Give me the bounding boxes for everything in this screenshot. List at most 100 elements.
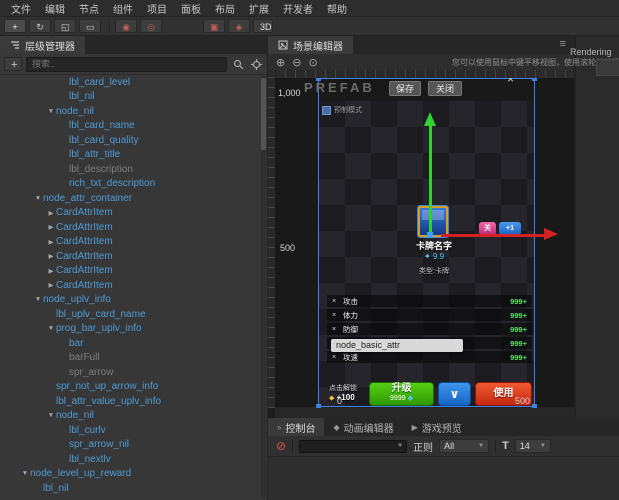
selection-handle[interactable]: [532, 78, 537, 81]
anchor-toggle[interactable]: ◎: [140, 19, 162, 33]
tab-console[interactable]: » 控制台: [268, 418, 325, 436]
menu-item[interactable]: 项目: [140, 1, 174, 16]
menu-item[interactable]: 节点: [72, 1, 106, 16]
selection-handle[interactable]: [316, 78, 321, 81]
chevron-down-icon[interactable]: ▼: [46, 108, 56, 115]
chevron-down-icon[interactable]: ▼: [46, 412, 56, 419]
mode-3d-button[interactable]: 3D: [253, 19, 273, 33]
chevron-down-icon[interactable]: ▼: [20, 470, 30, 477]
menu-item[interactable]: 开发者: [276, 1, 320, 16]
tree-item[interactable]: ▶ CardAttrItem: [0, 264, 260, 279]
card-sprite[interactable]: [417, 205, 449, 238]
chevron-down-icon[interactable]: ▼: [33, 296, 43, 303]
expand-button[interactable]: ∨: [438, 382, 471, 406]
tree-item[interactable]: lbl_description: [0, 162, 260, 177]
tree-item[interactable]: lbl_nil: [0, 481, 260, 496]
locate-node-icon[interactable]: [249, 57, 263, 71]
prefab-root[interactable]: PREFAB 保存 关闭 × 预制模式 关 +1 卡牌名字 ✦ 9.9 类型:卡…: [304, 78, 558, 408]
gizmo-y-arrowhead[interactable]: [424, 112, 436, 126]
console-filter-input[interactable]: ▼: [299, 439, 408, 453]
panel-menu-icon[interactable]: ≡: [560, 38, 566, 50]
tree-item[interactable]: lbl_nextlv: [0, 452, 260, 467]
chevron-down-icon[interactable]: ▼: [33, 195, 43, 202]
tree-item[interactable]: rich_txt_description: [0, 177, 260, 192]
rect-tool[interactable]: ▭: [79, 19, 101, 33]
chevron-right-icon[interactable]: ▶: [46, 281, 56, 289]
hierarchy-scrollbar-thumb[interactable]: [261, 78, 266, 150]
prefab-save-button[interactable]: 保存: [389, 81, 421, 96]
tree-item[interactable]: bar: [0, 336, 260, 351]
move-tool[interactable]: +: [4, 19, 26, 33]
world-coord-toggle[interactable]: ◈: [228, 19, 250, 33]
gizmo-anchor-dot[interactable]: [427, 232, 433, 238]
selection-handle[interactable]: [532, 404, 537, 408]
tab-scene-editor[interactable]: 场景编辑器: [268, 36, 353, 54]
scale-tool[interactable]: ◱: [54, 19, 76, 33]
node-name-overlay: node_basic_attr: [331, 339, 463, 352]
panel-corner-box[interactable]: [596, 59, 619, 76]
menu-item[interactable]: 组件: [106, 1, 140, 16]
menu-item[interactable]: 布局: [208, 1, 242, 16]
tree-item[interactable]: lbl_curlv: [0, 423, 260, 438]
pivot-toggle[interactable]: ◉: [115, 19, 137, 33]
upgrade-button[interactable]: 升级 9999 ◆: [369, 382, 434, 406]
tree-item[interactable]: ▼ node_attr_container: [0, 191, 260, 206]
clear-console-icon[interactable]: ⊘: [276, 440, 286, 452]
tree-item[interactable]: lbl_card_level: [0, 75, 260, 90]
tree-item[interactable]: lbl_card_quality: [0, 133, 260, 148]
local-coord-toggle[interactable]: ▣: [203, 19, 225, 33]
search-icon[interactable]: [231, 57, 245, 71]
hierarchy-search-input[interactable]: [26, 56, 227, 72]
gizmo-x-axis[interactable]: [441, 234, 544, 237]
selection-handle[interactable]: [316, 404, 321, 408]
tree-item[interactable]: ▼ node_uplv_info: [0, 293, 260, 308]
zoom-reset-icon[interactable]: ⊙: [308, 56, 317, 69]
gizmo-y-axis[interactable]: [429, 125, 432, 237]
menu-item[interactable]: 编辑: [38, 1, 72, 16]
tree-item[interactable]: barFull: [0, 351, 260, 366]
close-icon[interactable]: ×: [507, 78, 514, 86]
tree-item[interactable]: lbl_attr_value_uplv_info: [0, 394, 260, 409]
tree-item[interactable]: lbl_uplv_card_name: [0, 307, 260, 322]
tree-item[interactable]: ▶ CardAttrItem: [0, 235, 260, 250]
chevron-right-icon[interactable]: ▶: [46, 223, 56, 231]
tree-item[interactable]: ▼ node_level_up_reward: [0, 467, 260, 482]
tree-item[interactable]: spr_not_up_arrow_info: [0, 380, 260, 395]
font-size-select[interactable]: 14 ▼: [514, 439, 551, 453]
hierarchy-scrollbar[interactable]: [261, 76, 266, 498]
tree-item[interactable]: lbl_attr_title: [0, 148, 260, 163]
zoom-in-icon[interactable]: ⊕: [276, 56, 285, 69]
regex-toggle[interactable]: 正则: [413, 439, 433, 454]
tree-item[interactable]: spr_arrow: [0, 365, 260, 380]
chevron-right-icon[interactable]: ▶: [46, 267, 56, 275]
tab-preview[interactable]: ▶ 游戏预览: [403, 418, 471, 436]
tree-item[interactable]: ▼ node_nil: [0, 104, 260, 119]
tool-buttons: + ↻ ◱ ▭: [4, 19, 104, 33]
tab-hierarchy[interactable]: 层级管理器: [0, 36, 85, 54]
menu-item[interactable]: 扩展: [242, 1, 276, 16]
scene-viewport[interactable]: 1,000 500 0 500 PREFAB 保存 关闭 × 预制模式 关 +1…: [275, 78, 574, 408]
tree-item[interactable]: ▼ prog_bar_uplv_info: [0, 322, 260, 337]
tab-animation[interactable]: ◆ 动画编辑器: [324, 418, 402, 436]
chevron-right-icon[interactable]: ▶: [46, 238, 56, 246]
tree-item[interactable]: lbl_nil: [0, 90, 260, 105]
tree-item[interactable]: ▶ CardAttrItem: [0, 278, 260, 293]
tree-item[interactable]: spr_arrow_nil: [0, 438, 260, 453]
add-node-button[interactable]: +: [4, 57, 22, 71]
gizmo-x-arrowhead[interactable]: [544, 228, 558, 240]
menu-item[interactable]: 文件: [4, 1, 38, 16]
menu-item[interactable]: 面板: [174, 1, 208, 16]
tree-item[interactable]: lbl_card_name: [0, 119, 260, 134]
chevron-right-icon[interactable]: ▶: [46, 252, 56, 260]
log-level-select[interactable]: All ▼: [439, 439, 490, 453]
tree-item[interactable]: ▶ CardAttrItem: [0, 206, 260, 221]
tree-item[interactable]: ▶ CardAttrItem: [0, 249, 260, 264]
rotate-tool[interactable]: ↻: [29, 19, 51, 33]
tree-item[interactable]: ▼ node_nil: [0, 409, 260, 424]
chevron-down-icon[interactable]: ▼: [46, 325, 56, 332]
tree-item[interactable]: ▶ CardAttrItem: [0, 220, 260, 235]
menu-item[interactable]: 帮助: [320, 1, 354, 16]
chevron-right-icon[interactable]: ▶: [46, 209, 56, 217]
zoom-out-icon[interactable]: ⊖: [292, 56, 301, 69]
prefab-close-button[interactable]: 关闭: [428, 81, 462, 96]
